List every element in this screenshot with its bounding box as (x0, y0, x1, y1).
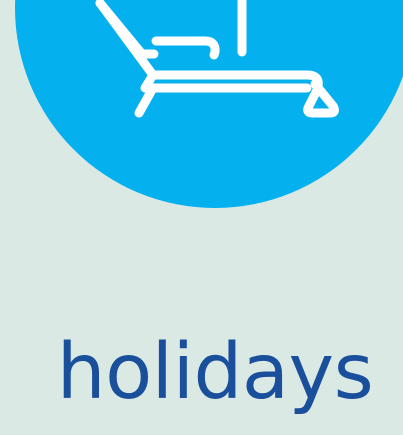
holidays-category-tile[interactable]: holidays (0, 0, 403, 435)
sun-lounger-icon (95, 0, 339, 118)
category-label: holidays (56, 328, 374, 417)
